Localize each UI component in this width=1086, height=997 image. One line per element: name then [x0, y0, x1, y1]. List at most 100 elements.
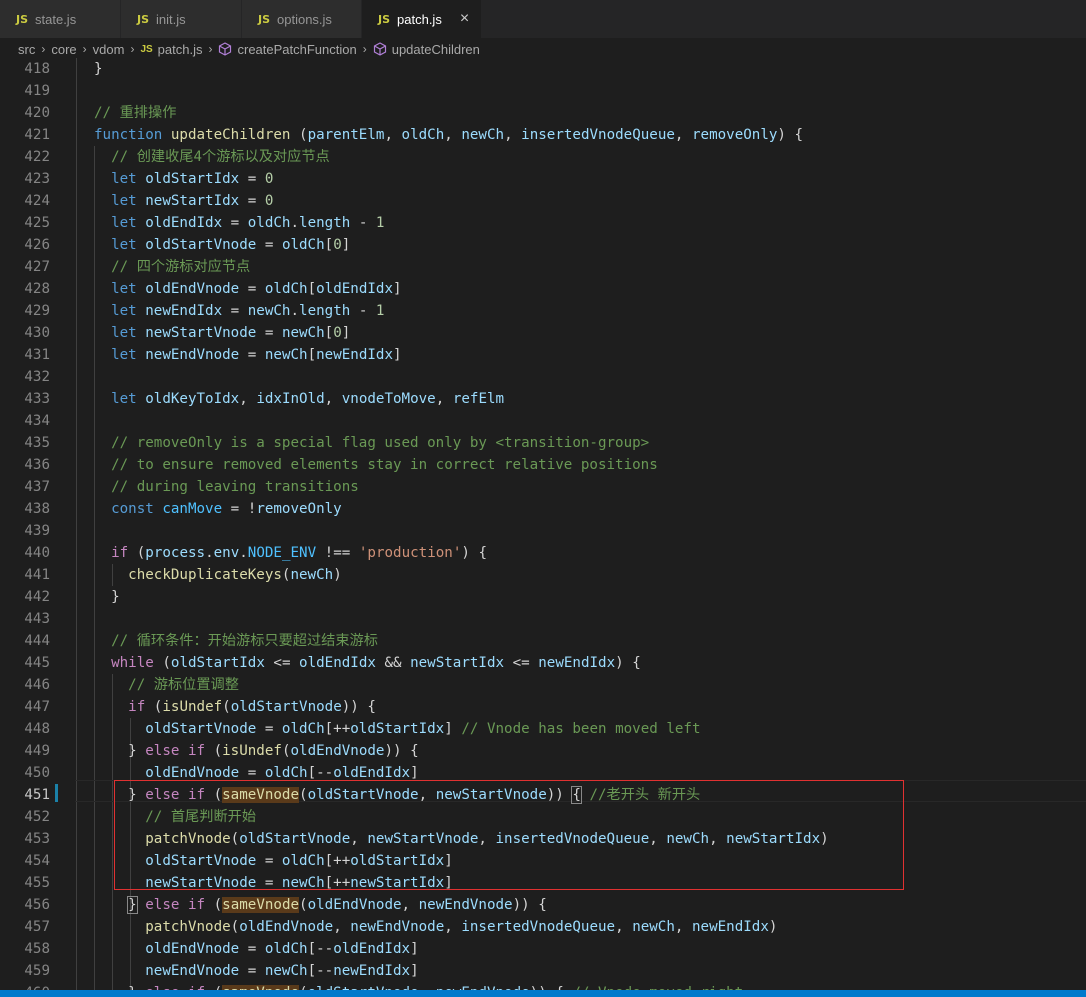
code-text: let oldEndIdx = oldCh.length - 1: [94, 212, 384, 234]
code-token: vnodeToMove: [341, 391, 436, 407]
code-text: patchVnode(oldEndVnode, newEndVnode, ins…: [94, 916, 777, 938]
code-text: // to ensure removed elements stay in co…: [94, 454, 658, 476]
code-line[interactable]: 435 // removeOnly is a special flag used…: [0, 432, 1086, 454]
code-token: let: [111, 281, 146, 297]
code-line[interactable]: 452 // 首尾判断开始: [0, 806, 1086, 828]
code-line[interactable]: 454 oldStartVnode = oldCh[++oldStartIdx]: [0, 850, 1086, 872]
code-token: [: [324, 325, 334, 341]
code-token: newEndIdx: [316, 347, 393, 363]
code-token: newCh: [290, 567, 334, 583]
code-line[interactable]: 458 oldEndVnode = oldCh[--oldEndIdx]: [0, 938, 1086, 960]
breadcrumb-item-core[interactable]: core: [51, 42, 76, 57]
code-token: ,: [478, 831, 496, 847]
breadcrumb-item-file[interactable]: patch.js: [158, 42, 203, 57]
code-line[interactable]: 443: [0, 608, 1086, 630]
code-token: (: [153, 655, 171, 671]
code-line[interactable]: 422 // 创建收尾4个游标以及对应节点: [0, 146, 1086, 168]
line-number: 436: [24, 457, 50, 473]
code-line[interactable]: 430 let newStartVnode = newCh[0]: [0, 322, 1086, 344]
breadcrumb-item-vdom[interactable]: vdom: [93, 42, 125, 57]
code-token: ,: [401, 897, 419, 913]
code-token: <=: [504, 655, 539, 671]
code-token: (: [145, 699, 163, 715]
code-token: oldEndIdx: [333, 765, 411, 781]
code-line[interactable]: 460 } else if (sameVnode(oldStartVnode, …: [0, 982, 1086, 990]
code-line[interactable]: 433 let oldKeyToIdx, idxInOld, vnodeToMo…: [0, 388, 1086, 410]
code-token: &&: [375, 655, 411, 671]
tab-patch-js[interactable]: JS patch.js ×: [362, 0, 482, 38]
code-text: // 游标位置调整: [94, 674, 239, 696]
code-line[interactable]: 424 let newStartIdx = 0: [0, 190, 1086, 212]
code-line[interactable]: 423 let oldStartIdx = 0: [0, 168, 1086, 190]
code-line[interactable]: 448 oldStartVnode = oldCh[++oldStartIdx]…: [0, 718, 1086, 740]
close-icon[interactable]: ×: [460, 10, 469, 28]
code-token: sameVnode: [222, 787, 300, 803]
code-line[interactable]: 431 let newEndVnode = newCh[newEndIdx]: [0, 344, 1086, 366]
code-line[interactable]: 459 newEndVnode = newCh[--newEndIdx]: [0, 960, 1086, 982]
code-line[interactable]: 441 checkDuplicateKeys(newCh): [0, 564, 1086, 586]
code-line[interactable]: 432: [0, 366, 1086, 388]
line-number: 451: [24, 787, 50, 803]
code-line[interactable]: 444 // 循环条件：开始游标只要超过结束游标: [0, 630, 1086, 652]
tab-state-js[interactable]: JS state.js: [0, 0, 121, 38]
code-token: // 首尾判断开始: [145, 809, 257, 825]
tab-options-js[interactable]: JS options.js: [242, 0, 362, 38]
code-token: let: [111, 215, 146, 231]
code-token: ,: [674, 919, 692, 935]
code-token: [--: [307, 941, 334, 957]
code-line[interactable]: 434: [0, 410, 1086, 432]
code-line[interactable]: 439: [0, 520, 1086, 542]
code-line[interactable]: 426 let oldStartVnode = oldCh[0]: [0, 234, 1086, 256]
code-editor[interactable]: 418} 419 420 // 重排操作 421 function updateChild…: [0, 58, 1086, 990]
code-text: }: [94, 586, 120, 608]
code-line[interactable]: 445 while (oldStartIdx <= oldEndIdx && n…: [0, 652, 1086, 674]
code-line[interactable]: 437 // during leaving transitions: [0, 476, 1086, 498]
code-line[interactable]: 456 } else if (sameVnode(oldEndVnode, ne…: [0, 894, 1086, 916]
code-token: oldEndVnode: [239, 919, 334, 935]
code-token: ,: [324, 391, 342, 407]
tab-init-js[interactable]: JS init.js: [121, 0, 242, 38]
code-line[interactable]: 455 newStartVnode = newCh[++newStartIdx]: [0, 872, 1086, 894]
code-line[interactable]: 419: [0, 80, 1086, 102]
code-line[interactable]: 457 patchVnode(oldEndVnode, newEndVnode,…: [0, 916, 1086, 938]
chevron-right-icon: ›: [362, 42, 367, 56]
code-line[interactable]: 450 oldEndVnode = oldCh[--oldEndIdx]: [0, 762, 1086, 784]
code-line[interactable]: 418}: [0, 58, 1086, 80]
line-number: 445: [24, 655, 50, 671]
breadcrumb-item-method[interactable]: updateChildren: [392, 42, 480, 57]
code-line[interactable]: 425 let oldEndIdx = oldCh.length - 1: [0, 212, 1086, 234]
code-line[interactable]: 449 } else if (isUndef(oldEndVnode)) {: [0, 740, 1086, 762]
breadcrumb-item-src[interactable]: src: [18, 42, 35, 57]
code-token: ,: [418, 787, 436, 803]
code-line[interactable]: 442 }: [0, 586, 1086, 608]
code-line[interactable]: 421 function updateChildren (parentElm, o…: [0, 124, 1086, 146]
code-token: [++: [324, 853, 351, 869]
code-line[interactable]: 446 // 游标位置调整: [0, 674, 1086, 696]
code-line[interactable]: 427 // 四个游标对应节点: [0, 256, 1086, 278]
code-line[interactable]: 436 // to ensure removed elements stay i…: [0, 454, 1086, 476]
code-line[interactable]: 451 } else if (sameVnode(oldStartVnode, …: [0, 784, 1086, 806]
code-line[interactable]: 440 if (process.env.NODE_ENV !== 'produc…: [0, 542, 1086, 564]
code-token: newCh: [264, 963, 308, 979]
code-line[interactable]: 428 let oldEndVnode = oldCh[oldEndIdx]: [0, 278, 1086, 300]
code-token: ,: [709, 831, 727, 847]
code-line[interactable]: 420 // 重排操作: [0, 102, 1086, 124]
code-line[interactable]: 447 if (isUndef(oldStartVnode)) {: [0, 696, 1086, 718]
code-line[interactable]: 429 let newEndIdx = newCh.length - 1: [0, 300, 1086, 322]
code-line[interactable]: 438 const canMove = !removeOnly: [0, 498, 1086, 520]
code-token: =: [256, 875, 282, 891]
js-file-icon: JS: [140, 43, 153, 55]
code-line[interactable]: 453 patchVnode(oldStartVnode, newStartVn…: [0, 828, 1086, 850]
breadcrumb: src › core › vdom › JS patch.js › create…: [0, 38, 1086, 60]
tab-bar: JS state.js JS init.js JS options.js JS …: [0, 0, 1086, 38]
line-number: 431: [24, 347, 50, 363]
tab-label: init.js: [156, 11, 186, 27]
breadcrumb-item-function[interactable]: createPatchFunction: [237, 42, 356, 57]
